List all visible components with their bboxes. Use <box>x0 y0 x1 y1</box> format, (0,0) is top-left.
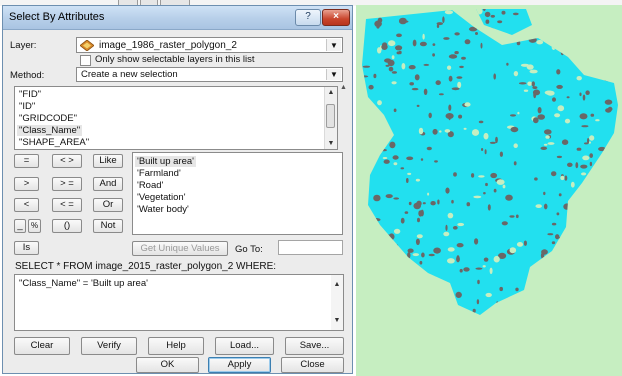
resize-arrow-icon: ▲ <box>340 84 347 91</box>
help-button[interactable]: Help <box>148 337 204 355</box>
value-item[interactable]: 'Road' <box>137 180 163 191</box>
layer-value: image_1986_raster_polygon_2 <box>99 40 237 51</box>
field-item-selected[interactable]: "Class_Name" <box>17 125 83 136</box>
only-selectable-checkbox[interactable] <box>80 55 91 66</box>
layer-label: Layer: <box>10 40 37 51</box>
not-button[interactable]: Not <box>93 219 123 233</box>
like-button[interactable]: Like <box>93 154 123 168</box>
scroll-thumb[interactable] <box>326 104 335 128</box>
underscore-button[interactable]: _ <box>14 219 26 233</box>
verify-button[interactable]: Verify <box>81 337 137 355</box>
unique-values-list[interactable]: 'Built up area' 'Farmland' 'Road' 'Veget… <box>132 152 343 235</box>
chevron-down-icon: ▼ <box>326 39 341 51</box>
greater-than-button[interactable]: > <box>14 177 39 191</box>
load-button[interactable]: Load... <box>215 337 274 355</box>
field-item[interactable]: "SHAPE_AREA" <box>19 137 89 148</box>
or-button[interactable]: Or <box>93 198 123 212</box>
only-selectable-label: Only show selectable layers in this list <box>95 54 255 65</box>
save-button[interactable]: Save... <box>285 337 344 355</box>
and-button[interactable]: And <box>93 177 123 191</box>
field-item[interactable]: "GRIDCODE" <box>19 113 77 124</box>
scroll-down-icon[interactable]: ▼ <box>331 315 343 326</box>
field-item[interactable]: "FID" <box>19 89 41 100</box>
ok-button[interactable]: OK <box>136 357 199 373</box>
less-than-button[interactable]: < <box>14 198 39 212</box>
parentheses-button[interactable]: () <box>52 219 82 233</box>
go-to-input[interactable] <box>278 240 343 255</box>
field-item[interactable]: "ID" <box>19 101 35 112</box>
scroll-up-icon[interactable]: ▲ <box>325 87 337 98</box>
method-dropdown[interactable]: Create a new selection ▼ <box>76 67 343 82</box>
clear-button[interactable]: Clear <box>14 337 70 355</box>
percent-button[interactable]: % <box>28 219 41 233</box>
fields-scrollbar[interactable]: ▲ ▼ <box>324 87 337 149</box>
where-expression: "Class_Name" = 'Built up area' <box>19 278 148 289</box>
fields-list[interactable]: "FID" "ID" "GRIDCODE" "Class_Name" "SHAP… <box>14 86 338 150</box>
layer-dropdown[interactable]: image_1986_raster_polygon_2 ▼ <box>76 37 343 53</box>
chevron-down-icon: ▼ <box>326 69 341 80</box>
where-scrollbar[interactable]: ▲ ▼ <box>331 275 343 330</box>
select-by-attributes-dialog: Select By Attributes ? × Layer: image_19… <box>2 5 353 374</box>
where-expression-box[interactable]: "Class_Name" = 'Built up area' ▲ ▼ <box>14 274 344 331</box>
value-item[interactable]: 'Farmland' <box>137 168 181 179</box>
map-view[interactable] <box>356 5 622 376</box>
go-to-label: Go To: <box>235 244 263 255</box>
less-equal-button[interactable]: < = <box>52 198 82 212</box>
help-title-button[interactable]: ? <box>295 9 321 26</box>
method-value: Create a new selection <box>81 69 178 80</box>
value-item[interactable]: 'Water body' <box>137 204 189 215</box>
close-button[interactable]: Close <box>281 357 344 373</box>
is-button[interactable]: Is <box>14 241 39 255</box>
not-equal-button[interactable]: < > <box>52 154 82 168</box>
equals-button[interactable]: = <box>14 154 39 168</box>
raster-layer-icon <box>80 40 94 51</box>
dialog-title: Select By Attributes <box>9 11 105 23</box>
get-unique-values-button[interactable]: Get Unique Values <box>132 241 228 256</box>
value-item[interactable]: 'Vegetation' <box>137 192 186 203</box>
greater-equal-button[interactable]: > = <box>52 177 82 191</box>
title-bar: Select By Attributes ? × <box>3 6 352 30</box>
where-label: SELECT * FROM image_2015_raster_polygon_… <box>15 261 277 272</box>
scroll-down-icon[interactable]: ▼ <box>325 138 337 149</box>
scroll-up-icon[interactable]: ▲ <box>331 279 343 290</box>
value-item-selected[interactable]: 'Built up area' <box>135 156 196 167</box>
apply-button[interactable]: Apply <box>208 357 271 373</box>
close-title-button[interactable]: × <box>322 9 350 26</box>
method-label: Method: <box>10 70 45 81</box>
land-cover-map <box>362 9 618 315</box>
